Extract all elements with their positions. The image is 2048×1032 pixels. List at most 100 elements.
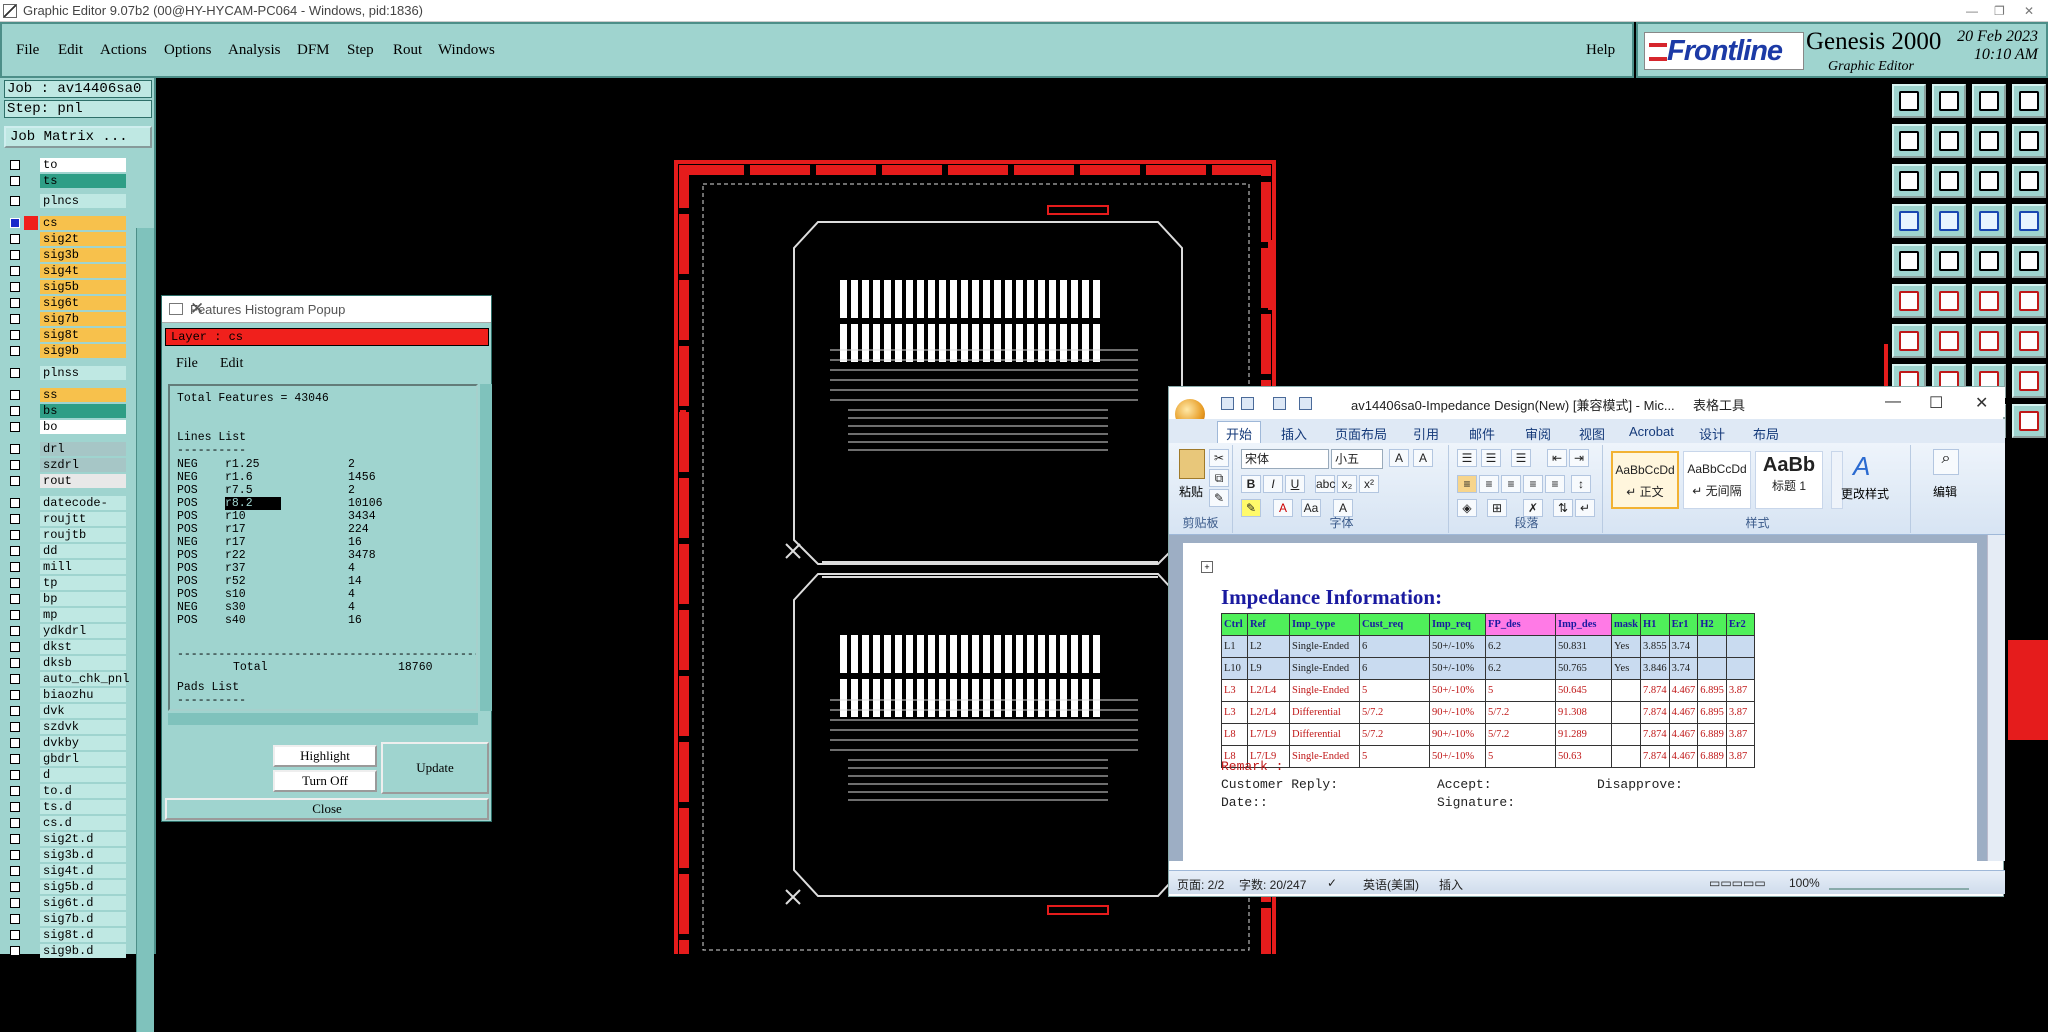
tab-layout[interactable]: 布局 bbox=[1753, 424, 1779, 443]
table-cell[interactable]: 5/7.2 bbox=[1359, 723, 1430, 746]
layer-row[interactable]: mill bbox=[4, 560, 128, 574]
justify-icon[interactable]: ≡ bbox=[1523, 475, 1543, 493]
table-cell[interactable]: 5 bbox=[1359, 745, 1430, 768]
table-cell[interactable]: 50.765 bbox=[1555, 657, 1612, 680]
table-cell[interactable]: L7/L9 bbox=[1247, 723, 1290, 746]
table-cell[interactable]: 3.855 bbox=[1639, 635, 1670, 658]
table-header-cell[interactable]: mask bbox=[1611, 613, 1641, 636]
help-icon[interactable] bbox=[2012, 164, 2046, 198]
layer-name[interactable]: ts bbox=[40, 174, 126, 188]
line-icon[interactable] bbox=[1972, 244, 2006, 278]
layer-row[interactable]: auto_chk_pnl bbox=[4, 672, 129, 686]
word-vscroll[interactable] bbox=[1987, 535, 2005, 861]
histogram-count[interactable]: 3478 bbox=[348, 549, 376, 562]
layer-checkbox[interactable] bbox=[10, 218, 20, 228]
layer-checkbox[interactable] bbox=[10, 946, 20, 956]
histogram-sym[interactable]: r8.2 bbox=[225, 497, 281, 510]
format-painter-icon[interactable]: ✎ bbox=[1209, 489, 1229, 507]
menu-file[interactable]: File bbox=[16, 42, 39, 59]
save-icon[interactable] bbox=[1221, 397, 1234, 410]
table-cell[interactable] bbox=[1611, 723, 1641, 746]
menu-help[interactable]: Help bbox=[1586, 42, 1615, 59]
layer-checkbox[interactable] bbox=[10, 406, 20, 416]
align-right-icon[interactable]: ≡ bbox=[1501, 475, 1521, 493]
table-move-handle-icon[interactable]: + bbox=[1201, 561, 1213, 573]
table-header-cell[interactable]: Imp_des bbox=[1555, 613, 1612, 636]
layer-checkbox[interactable] bbox=[10, 368, 20, 378]
table-cell[interactable]: 90+/-10% bbox=[1429, 723, 1486, 746]
layer-checkbox[interactable] bbox=[10, 722, 20, 732]
layer-name[interactable]: cs.d bbox=[40, 816, 126, 830]
impedance-table[interactable]: Ctrl Ref Imp_type Cust_req Imp_req FP_des Imp_… bbox=[1221, 613, 1755, 768]
menu-step[interactable]: Step bbox=[347, 42, 374, 59]
layer-checkbox[interactable] bbox=[10, 834, 20, 844]
table-header-cell[interactable]: Imp_req bbox=[1429, 613, 1486, 636]
histogram-vscroll[interactable] bbox=[480, 384, 492, 711]
table-row[interactable]: L3 L2/L4 Differential 5/7.2 90+/-10% 5/7.2 91.… bbox=[1221, 701, 1755, 724]
layer-name[interactable]: sig9b bbox=[40, 344, 126, 358]
layer-row[interactable]: to bbox=[4, 158, 128, 172]
language[interactable]: 英语(美国) bbox=[1363, 876, 1419, 893]
histogram-sym[interactable]: s30 bbox=[225, 601, 246, 614]
layer-row[interactable]: ydkdrl bbox=[4, 624, 128, 638]
menu-actions[interactable]: Actions bbox=[100, 42, 147, 59]
table-cell[interactable]: 3.74 bbox=[1668, 635, 1699, 658]
table-cell[interactable]: 5/7.2 bbox=[1485, 723, 1556, 746]
layer-name[interactable]: bo bbox=[40, 420, 126, 434]
zoom-icon[interactable] bbox=[2012, 84, 2046, 118]
layer-row[interactable]: sig9b.d bbox=[4, 944, 128, 958]
popup-menu-file[interactable]: File bbox=[176, 356, 198, 372]
table-cell[interactable] bbox=[1725, 657, 1755, 680]
layer-checkbox[interactable] bbox=[10, 738, 20, 748]
layer-checkbox[interactable] bbox=[10, 460, 20, 470]
layer-checkbox[interactable] bbox=[10, 422, 20, 432]
layer-row[interactable]: dkst bbox=[4, 640, 128, 654]
layer-checkbox[interactable] bbox=[10, 514, 20, 524]
histogram-pol[interactable]: POS bbox=[177, 484, 198, 497]
table-cell[interactable]: 5/7.2 bbox=[1359, 701, 1430, 724]
layer-checkbox[interactable] bbox=[10, 390, 20, 400]
angle-icon[interactable] bbox=[1892, 324, 1926, 358]
style-no-spacing[interactable]: AaBbCcDd ↵ 无间隔 bbox=[1683, 451, 1751, 509]
clear-format-icon[interactable]: A bbox=[1389, 449, 1409, 467]
histogram-sym[interactable]: r22 bbox=[225, 549, 246, 562]
table-cell[interactable]: 50+/-10% bbox=[1429, 635, 1486, 658]
menu-edit[interactable]: Edit bbox=[58, 42, 83, 59]
table-cell[interactable] bbox=[1611, 701, 1641, 724]
tab-design[interactable]: 设计 bbox=[1699, 424, 1725, 443]
table-cell[interactable]: 6.889 bbox=[1697, 745, 1727, 768]
layer-name[interactable]: sig3b bbox=[40, 248, 126, 262]
style-normal[interactable]: AaBbCcDd ↵ 正文 bbox=[1611, 451, 1679, 509]
histogram-count[interactable]: 3434 bbox=[348, 510, 376, 523]
layer-name[interactable]: rout bbox=[40, 474, 126, 488]
document-page[interactable]: + Impedance Information: Ctrl Ref Imp_type… bbox=[1183, 543, 1977, 861]
layer-name[interactable]: drl bbox=[40, 442, 126, 456]
layer-row[interactable]: szdvk bbox=[4, 720, 128, 734]
table-cell[interactable]: 5 bbox=[1485, 679, 1556, 702]
layer-name[interactable]: cs bbox=[40, 216, 126, 230]
line-spacing-icon[interactable]: ↕ bbox=[1571, 475, 1591, 493]
layer-row[interactable]: cs bbox=[4, 216, 128, 230]
layer-row[interactable]: sig7b bbox=[4, 312, 128, 326]
table-cell[interactable]: 6 bbox=[1359, 657, 1430, 680]
histogram-hscroll[interactable] bbox=[168, 713, 478, 725]
update-button[interactable]: Update bbox=[381, 742, 489, 794]
layer-row[interactable]: sig3b bbox=[4, 248, 128, 262]
pad-icon[interactable] bbox=[1892, 244, 1926, 278]
table-cell[interactable]: 5 bbox=[1485, 745, 1556, 768]
layer-name[interactable]: sig6t.d bbox=[40, 896, 126, 910]
layer-name[interactable]: biaozhu bbox=[40, 688, 126, 702]
layer-name[interactable]: sig4t bbox=[40, 264, 126, 278]
table-cell[interactable]: 4.467 bbox=[1668, 745, 1699, 768]
layer-row[interactable]: sig9b bbox=[4, 344, 128, 358]
layer-name[interactable]: szdrl bbox=[40, 458, 126, 472]
layer-checkbox[interactable] bbox=[10, 476, 20, 486]
underline-icon[interactable]: U bbox=[1285, 475, 1305, 493]
layer-checkbox[interactable] bbox=[10, 802, 20, 812]
histogram-sym[interactable]: s40 bbox=[225, 614, 246, 627]
layer-checkbox[interactable] bbox=[10, 610, 20, 620]
export-icon[interactable] bbox=[1932, 84, 1966, 118]
tab-mailings[interactable]: 邮件 bbox=[1469, 424, 1495, 443]
table-cell[interactable]: 6.2 bbox=[1485, 635, 1556, 658]
layer-name[interactable]: to.d bbox=[40, 784, 126, 798]
